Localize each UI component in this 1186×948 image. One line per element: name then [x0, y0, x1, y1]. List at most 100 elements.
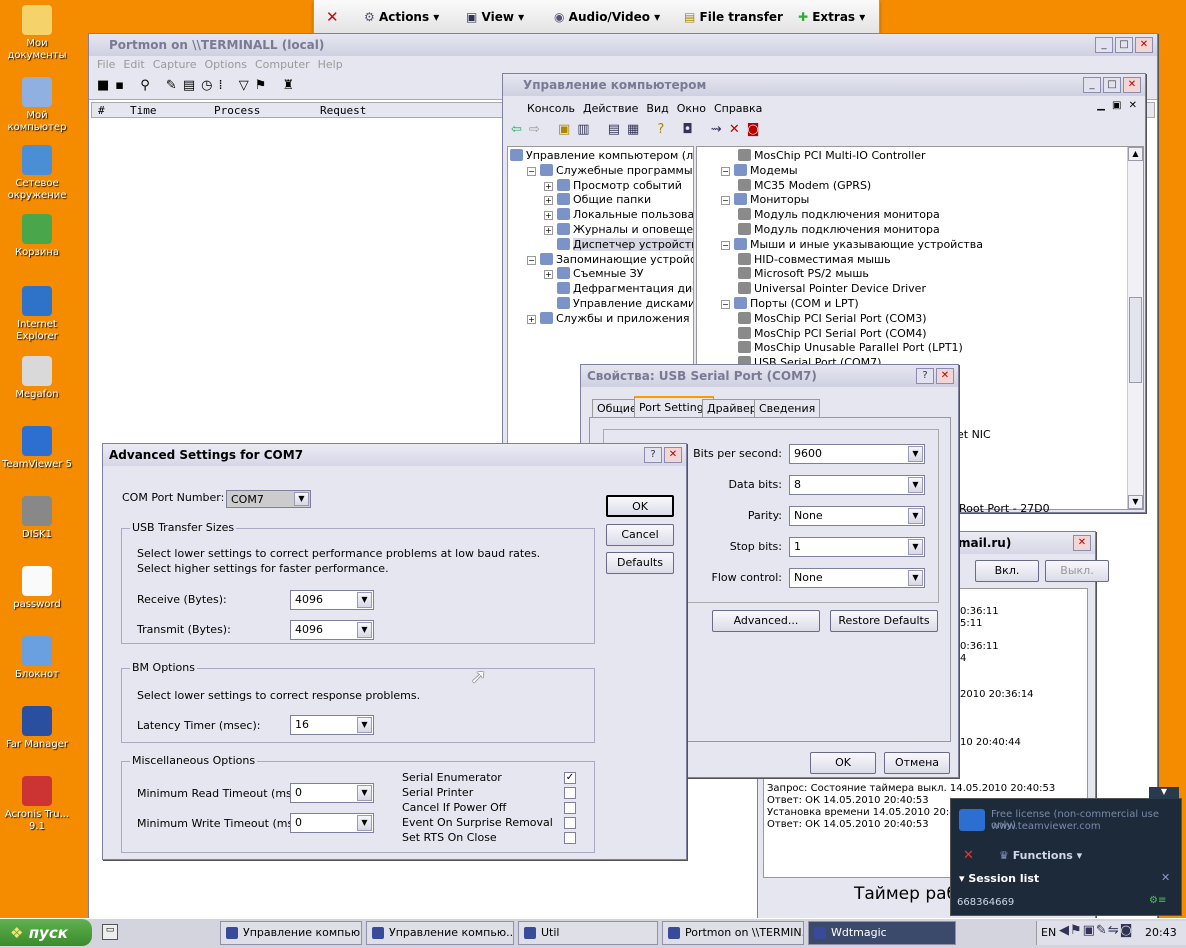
tree-item[interactable]: + Службы и приложения: [510, 311, 693, 327]
option-checkbox[interactable]: [564, 817, 576, 829]
extras-menu[interactable]: ✚ Extras ▾: [798, 10, 865, 24]
transmit-select[interactable]: 4096 ▼: [290, 620, 374, 640]
device-item[interactable]: MC35 Modem (GPRS): [721, 178, 1143, 194]
tree-item[interactable]: + Просмотр событий: [510, 178, 693, 194]
desktop-icon[interactable]: Acronis Tru... 9.1: [0, 776, 77, 833]
device-item[interactable]: Модуль подключения монитора: [721, 208, 1143, 223]
menu-item[interactable]: Справка: [714, 102, 762, 115]
expand-icon[interactable]: +: [527, 314, 536, 324]
cancel-button[interactable]: Cancel: [606, 524, 674, 546]
defaults-button[interactable]: Defaults: [606, 552, 674, 574]
menu-item[interactable]: Edit: [123, 58, 144, 71]
expand-icon[interactable]: +: [544, 270, 553, 280]
panel-collapse-icon[interactable]: ▼: [1149, 787, 1179, 799]
menu-item[interactable]: Computer: [255, 58, 310, 71]
menu-item[interactable]: Help: [318, 58, 343, 71]
file-transfer-menu[interactable]: ▤ File transfer: [684, 10, 783, 24]
option-checkbox[interactable]: ✓: [564, 772, 576, 784]
functions-menu[interactable]: ♛ Functions ▾: [999, 849, 1082, 862]
ok-button[interactable]: OK: [810, 752, 876, 774]
expand-icon[interactable]: +: [544, 225, 553, 235]
desktop-icon[interactable]: Internet Explorer: [0, 286, 77, 343]
filter-icon[interactable]: ▽: [239, 78, 255, 93]
port-setting-select[interactable]: None ▼: [789, 506, 925, 526]
device-item[interactable]: HID-совместимая мышь: [721, 252, 1143, 268]
option-checkbox[interactable]: [564, 832, 576, 844]
tree-item[interactable]: Управление дисками: [510, 296, 693, 312]
menu-item[interactable]: Capture: [153, 58, 197, 71]
tree-item[interactable]: − Запоминающие устройства: [510, 252, 693, 268]
start-button[interactable]: ❖ пуск: [0, 919, 92, 946]
receive-select[interactable]: 4096 ▼: [290, 590, 374, 610]
session-id[interactable]: 668364669: [957, 897, 1014, 908]
tree-item[interactable]: + Общие папки: [510, 193, 693, 208]
tree-item[interactable]: Дефрагментация диска: [510, 282, 693, 297]
menu-item[interactable]: Действие: [583, 102, 638, 115]
taskbar-item-wdtmagic[interactable]: Wdtmagic: [808, 921, 956, 945]
device-category[interactable]: − Модемы: [721, 163, 1143, 179]
device-item[interactable]: Universal Pointer Device Driver: [721, 282, 1143, 297]
desktop-icon[interactable]: Мой компьютер: [0, 77, 77, 134]
audio-video-menu[interactable]: ◉ Audio/Video ▾: [554, 10, 660, 24]
tree-item[interactable]: + Локальные пользователи и: [510, 208, 693, 223]
taskbar-item-compmgmt-2[interactable]: Управление компью...: [366, 921, 514, 945]
taskbar-item-compmgmt-1[interactable]: Управление компью...: [220, 921, 362, 945]
close-button[interactable]: ✕: [936, 368, 954, 384]
menu-item[interactable]: File: [97, 58, 115, 71]
column-header-process[interactable]: Process: [214, 104, 260, 117]
compmgmt-titlebar[interactable]: Управление компьютером: [503, 74, 1145, 96]
port-setting-select[interactable]: 9600 ▼: [789, 444, 925, 464]
find-icon[interactable]: ♜: [283, 78, 301, 93]
mdi-controls[interactable]: ▁ ▣ ✕: [1097, 100, 1139, 111]
scan-icon[interactable]: ◘: [682, 122, 699, 137]
help-icon[interactable]: ?: [657, 122, 671, 137]
option-checkbox[interactable]: [564, 787, 576, 799]
on-button[interactable]: Вкл.: [975, 560, 1039, 582]
up-folder-icon[interactable]: ▣: [558, 122, 577, 137]
advanced-button[interactable]: Advanced...: [712, 610, 820, 632]
back-icon[interactable]: ⇦: [511, 122, 529, 137]
properties-icon[interactable]: ▤: [608, 122, 627, 137]
desktop-icon[interactable]: DISK1: [0, 496, 77, 541]
view-menu[interactable]: ▣ View ▾: [466, 10, 524, 24]
disable-icon[interactable]: ✕: [729, 122, 747, 137]
tab-details[interactable]: Сведения: [754, 399, 821, 417]
taskbar-item-util[interactable]: Util: [518, 921, 658, 945]
collapse-icon[interactable]: −: [527, 166, 536, 176]
grid-icon[interactable]: ⁞: [218, 78, 228, 93]
maximize-button[interactable]: □: [1115, 37, 1133, 53]
device-scrollbar[interactable]: ▲ ▼: [1127, 147, 1143, 509]
close-button[interactable]: ✕: [1073, 535, 1091, 551]
desktop-icon[interactable]: Сетевое окружение: [0, 145, 77, 202]
collapse-icon[interactable]: −: [721, 299, 730, 309]
tree-item[interactable]: + Съемные ЗУ: [510, 267, 693, 282]
com-port-select[interactable]: COM7 ▼: [226, 490, 311, 508]
latency-select[interactable]: 16 ▼: [290, 715, 374, 735]
desktop-icon[interactable]: Far Manager: [0, 706, 77, 751]
min-write-timeout-select[interactable]: 0 ▼: [290, 813, 374, 833]
update-driver-icon[interactable]: ⇝: [711, 122, 729, 137]
cancel-button[interactable]: Отмена: [884, 752, 950, 774]
close-icon[interactable]: ✕: [326, 8, 339, 26]
autoscroll-icon[interactable]: ▤: [183, 78, 201, 93]
collapse-icon[interactable]: −: [721, 196, 730, 206]
tree-item[interactable]: + Журналы и оповещения пр: [510, 222, 693, 238]
device-item[interactable]: Microsoft PS/2 мышь: [721, 267, 1143, 282]
tray-icons[interactable]: ◀⚑▣✎⇋◙: [1059, 923, 1133, 938]
desktop-icon[interactable]: password: [0, 566, 77, 611]
menu-item[interactable]: Окно: [677, 102, 706, 115]
close-icon[interactable]: ✕: [1161, 871, 1170, 884]
device-item[interactable]: MosChip PCI Serial Port (COM3): [721, 311, 1143, 327]
tree-item[interactable]: − Служебные программы: [510, 163, 693, 179]
search-icon[interactable]: ⚲: [140, 78, 156, 93]
taskbar-item-portmon[interactable]: Portmon on \\TERMIN...: [662, 921, 804, 945]
device-category[interactable]: − Мыши и иные указывающие устройства: [721, 237, 1143, 253]
show-tree-icon[interactable]: ▥: [577, 122, 596, 137]
close-button[interactable]: ✕: [664, 447, 682, 463]
website-link[interactable]: www.teamviewer.com: [991, 821, 1101, 832]
close-button[interactable]: ✕: [1135, 37, 1153, 53]
device-item[interactable]: MosChip PCI Multi-IO Controller: [721, 149, 1143, 164]
save-icon[interactable]: ■: [97, 78, 115, 93]
restore-defaults-button[interactable]: Restore Defaults: [830, 610, 938, 632]
delete-icon[interactable]: ▪: [115, 78, 130, 93]
